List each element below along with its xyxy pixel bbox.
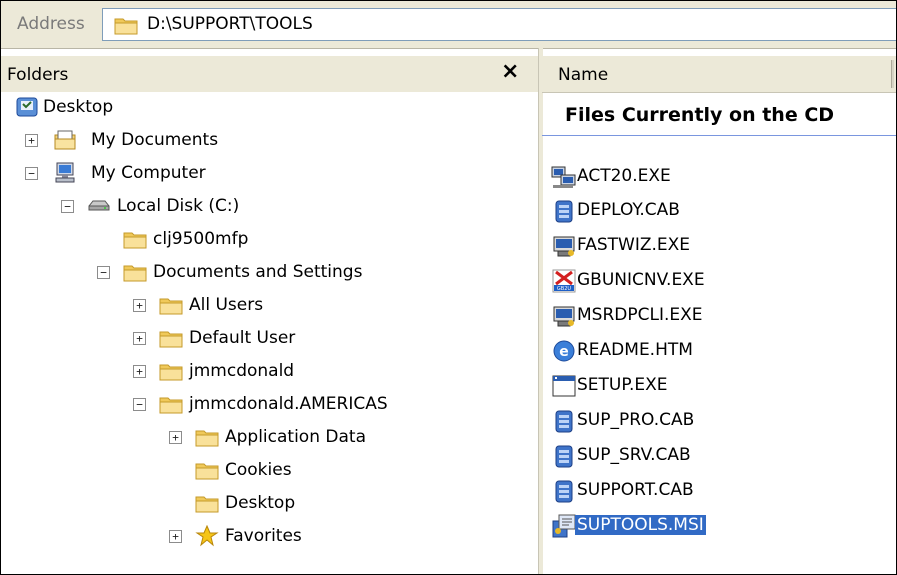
local-disk-icon: [88, 200, 110, 211]
tree-item-label: Favorites: [225, 526, 302, 546]
folder-icon: [195, 459, 219, 481]
folders-pane-title: Folders: [7, 65, 69, 85]
file-name: SUP_PRO.CAB: [577, 410, 695, 430]
file-name: SUPPORT.CAB: [577, 480, 694, 500]
tree-item-label: Desktop: [43, 97, 114, 117]
tree-item-label: Application Data: [225, 427, 366, 447]
collapse-toggle[interactable]: −: [61, 200, 74, 213]
tree-item-label: My Computer: [91, 163, 206, 183]
close-pane-button[interactable]: ×: [501, 59, 519, 84]
svg-text:e: e: [559, 344, 569, 360]
installer-package-icon: [552, 514, 576, 538]
address-field[interactable]: D:\SUPPORT\TOOLS: [102, 8, 896, 41]
tree-item-label: Cookies: [225, 460, 292, 480]
tree-item-label: All Users: [189, 295, 264, 315]
file-name: ACT20.EXE: [577, 166, 671, 186]
expand-toggle[interactable]: +: [133, 332, 146, 345]
file-name: SUPTOOLS.MSI: [575, 515, 706, 535]
collapse-toggle[interactable]: −: [25, 167, 38, 180]
file-name: DEPLOY.CAB: [577, 200, 680, 220]
folder-icon: [123, 261, 147, 283]
cabinet-file-icon: [551, 198, 577, 224]
file-name: GBUNICNV.EXE: [577, 270, 705, 290]
cabinet-file-icon: [551, 443, 577, 469]
file-group-title: Files Currently on the CD: [565, 104, 835, 126]
folder-icon: [159, 360, 183, 382]
tree-item-label: clj9500mfp: [153, 229, 249, 249]
expand-toggle[interactable]: +: [25, 134, 38, 147]
expand-toggle[interactable]: +: [169, 431, 182, 444]
file-name: README.HTM: [577, 340, 693, 360]
favorites-star-icon: [195, 525, 219, 547]
folder-icon: [123, 228, 147, 250]
tree-item-label: Documents and Settings: [153, 262, 363, 282]
tree-item-label: jmmcdonald.AMERICAS: [189, 394, 388, 414]
svg-text:GB2U: GB2U: [557, 286, 571, 292]
collapse-toggle[interactable]: −: [133, 398, 146, 411]
gb2u-converter-icon: GB2U: [552, 269, 576, 293]
cabinet-file-icon: [551, 408, 577, 434]
tree-item-label: Desktop: [225, 493, 296, 513]
expand-toggle[interactable]: +: [169, 530, 182, 543]
desktop-icon: [16, 97, 38, 117]
folder-icon: [113, 15, 139, 35]
folder-tree: Desktop + My Documents − My Computer − L…: [1, 92, 538, 574]
file-name: MSRDPCLI.EXE: [577, 305, 703, 325]
folder-icon: [195, 492, 219, 514]
folder-icon: [159, 393, 183, 415]
name-column-header[interactable]: Name: [542, 56, 896, 93]
folder-icon: [159, 294, 183, 316]
tree-item-label: Default User: [189, 328, 296, 348]
folders-pane-header: Folders ×: [1, 56, 538, 92]
expand-toggle[interactable]: +: [133, 365, 146, 378]
file-name: SUP_SRV.CAB: [577, 445, 691, 465]
collapse-toggle[interactable]: −: [97, 266, 110, 279]
name-column-label: Name: [558, 65, 609, 85]
group-divider: [542, 135, 896, 136]
tree-item-label: Local Disk (C:): [117, 196, 240, 216]
my-computer-icon: [55, 162, 75, 183]
folder-icon: [159, 327, 183, 349]
address-label: Address: [17, 14, 85, 34]
pane-splitter[interactable]: [538, 48, 543, 574]
cabinet-file-icon: [551, 478, 577, 504]
expand-toggle[interactable]: +: [133, 299, 146, 312]
explorer-window: Address D:\SUPPORT\TOOLS Folders × Deskt…: [0, 0, 897, 575]
folder-icon: [195, 426, 219, 448]
wizard-app-icon: [551, 233, 577, 259]
address-path: D:\SUPPORT\TOOLS: [147, 14, 313, 34]
application-window-icon: [552, 375, 576, 397]
wizard-app-icon: [551, 303, 577, 329]
html-document-icon: e: [553, 340, 575, 362]
address-bar: Address D:\SUPPORT\TOOLS: [1, 1, 896, 49]
tree-item-label: jmmcdonald: [189, 361, 295, 381]
file-name: SETUP.EXE: [577, 375, 668, 395]
file-name: FASTWIZ.EXE: [577, 235, 691, 255]
my-documents-icon: [54, 130, 76, 150]
computers-app-icon: [551, 166, 576, 188]
column-divider[interactable]: [891, 60, 894, 88]
tree-item-label: My Documents: [91, 130, 219, 150]
